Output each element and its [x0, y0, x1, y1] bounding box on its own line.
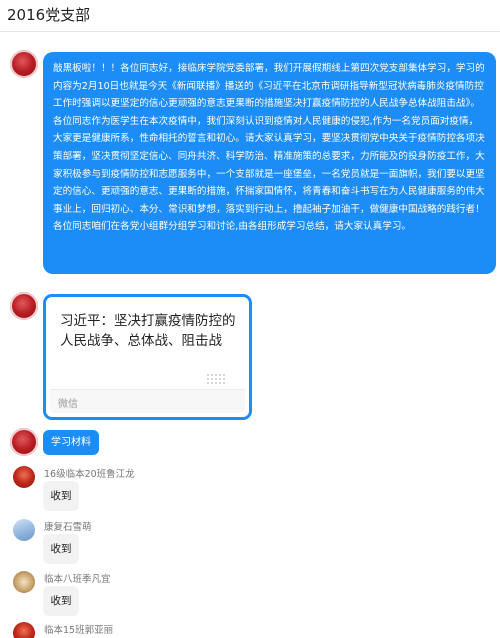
- sender-name: 康复石雪萌: [44, 522, 92, 533]
- reply-message-text: 收到: [50, 490, 72, 502]
- link-card-title: 习近平：坚决打赢疫情防控的人民战争、总体战、阻击战: [60, 313, 236, 349]
- avatar[interactable]: [13, 519, 35, 541]
- avatar[interactable]: [10, 50, 38, 78]
- reply-message-text: 收到: [50, 595, 72, 607]
- link-card-footer: 微信: [50, 389, 245, 413]
- reply-message-bubble[interactable]: 收到: [43, 586, 79, 616]
- reply-message-text: 收到: [50, 543, 72, 555]
- sender-name: 临本15班郭亚丽: [44, 625, 114, 636]
- link-card[interactable]: 习近平：坚决打赢疫情防控的人民战争、总体战、阻击战 微信: [43, 294, 252, 420]
- notice-message-bubble[interactable]: 敲黑板啦！！！各位同志好，接临床学院党委部署，我们开展假期线上第四次党支部集体学…: [43, 52, 496, 274]
- link-card-body[interactable]: 习近平：坚决打赢疫情防控的人民战争、总体战、阻击战 微信: [50, 301, 245, 413]
- sender-name: 临本八班季凡宜: [44, 574, 111, 585]
- notice-message-text: 敲黑板啦！！！各位同志好，接临床学院党委部署，我们开展假期线上第四次党支部集体学…: [53, 63, 485, 233]
- avatar[interactable]: [10, 292, 38, 320]
- chat-title: 2016党支部: [7, 6, 91, 24]
- avatar[interactable]: [13, 571, 35, 593]
- reply-message-bubble[interactable]: 收到: [43, 481, 79, 511]
- sender-name: 16级临本20班鲁江龙: [44, 469, 135, 480]
- avatar[interactable]: [10, 428, 38, 456]
- study-material-message[interactable]: 学习材料: [43, 430, 99, 455]
- link-card-source: 微信: [58, 399, 78, 410]
- avatar[interactable]: [13, 622, 35, 638]
- chat-header: 2016党支部: [0, 0, 500, 32]
- study-material-text: 学习材料: [51, 437, 91, 448]
- reply-message-bubble[interactable]: 收到: [43, 534, 79, 564]
- thumbnail-image: [206, 373, 226, 385]
- avatar[interactable]: [13, 466, 35, 488]
